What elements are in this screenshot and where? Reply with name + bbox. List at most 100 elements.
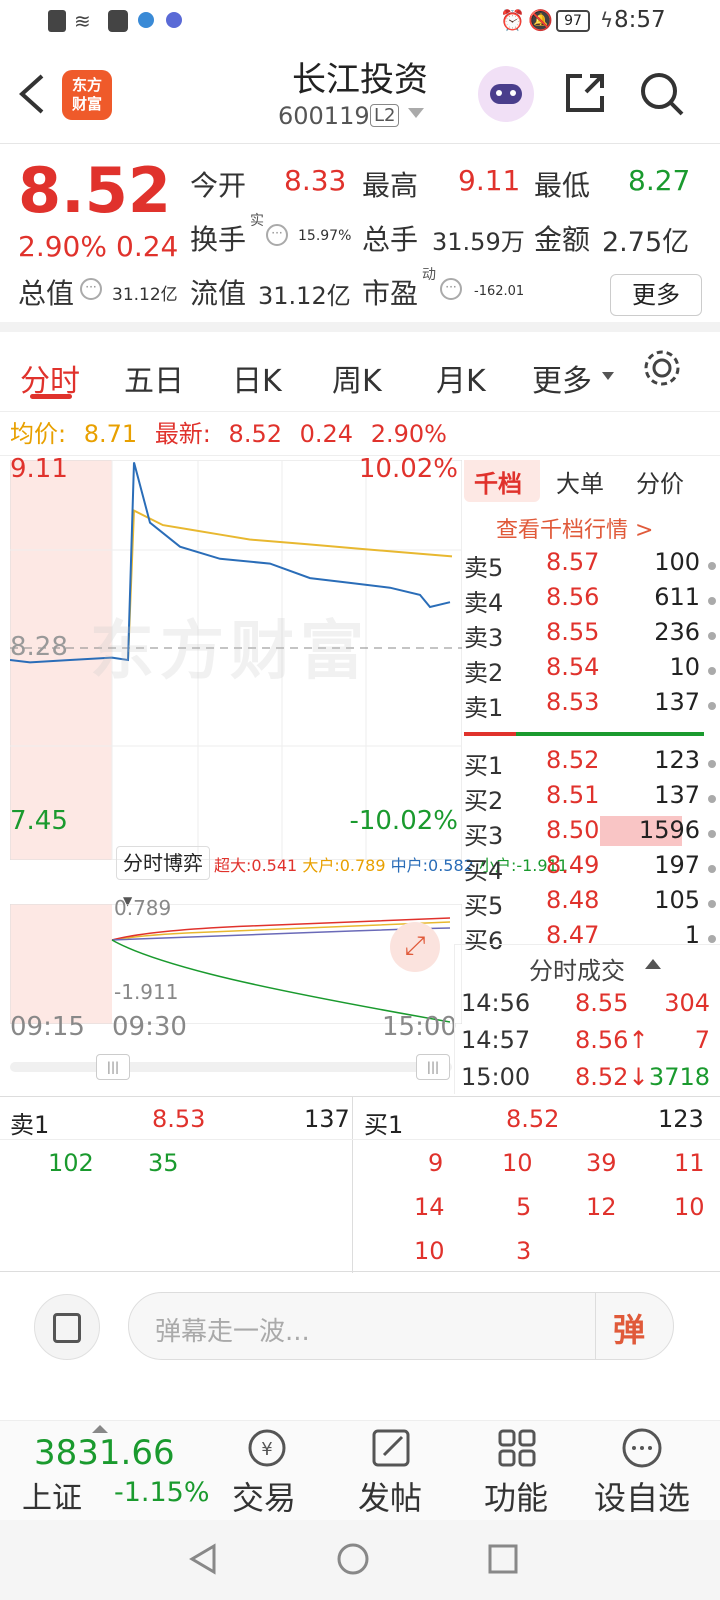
level-badge[interactable]: L2 — [370, 104, 400, 127]
queue-buy-item: 39 — [586, 1149, 617, 1177]
low-value: 8.27 — [628, 164, 691, 197]
ask-row[interactable]: 卖1 8.53 137 — [464, 688, 720, 724]
chevron-down-icon[interactable] — [408, 108, 424, 118]
bid-row[interactable]: 买5 8.48 105 — [464, 886, 720, 922]
trade-price: 8.52↓ — [575, 1063, 649, 1091]
ask-row[interactable]: 卖2 8.54 10 — [464, 653, 720, 689]
chevron-up-icon[interactable] — [92, 1425, 108, 1433]
book-tab-price-dist[interactable]: 分价 — [636, 464, 684, 499]
flow-bottom: -1.911 — [114, 980, 179, 1004]
share-icon[interactable] — [562, 70, 608, 116]
ask-volume: 137 — [654, 688, 700, 716]
danmu-divider — [595, 1293, 596, 1359]
post-icon[interactable] — [370, 1427, 414, 1469]
system-recents-icon[interactable] — [486, 1542, 520, 1576]
danmu-settings-icon[interactable] — [34, 1294, 100, 1360]
index-value[interactable]: 3831.66 — [34, 1433, 175, 1473]
trade-vol: 7 — [694, 1026, 710, 1054]
nav-function[interactable]: 功能 — [484, 1473, 548, 1519]
ask-row[interactable]: 卖3 8.55 236 — [464, 618, 720, 654]
mcap-value: 31.12亿 — [112, 285, 178, 305]
bid-level-label: 买3 — [464, 822, 504, 850]
tab-monthly-k[interactable]: 月K — [436, 356, 486, 400]
book-tab-depth[interactable]: 千档 — [474, 464, 522, 499]
amount-value: 2.75亿 — [602, 227, 690, 258]
bid-price: 8.48 — [546, 886, 600, 914]
mute-icon: 🔕 — [528, 8, 553, 32]
trade-time: 14:57 — [461, 1026, 531, 1054]
chevron-up-icon[interactable] — [645, 959, 661, 969]
tab-daily-k[interactable]: 日K — [232, 356, 282, 400]
queue-buy-label: 买1 — [364, 1111, 404, 1139]
ask-row[interactable]: 卖5 8.57 100 — [464, 548, 720, 584]
info-icon[interactable]: ··· — [266, 224, 288, 246]
depth-link[interactable]: 查看千档行情 > — [496, 512, 653, 544]
status-dot-icon — [708, 760, 716, 768]
info-icon[interactable]: ··· — [440, 278, 462, 300]
more-button[interactable]: 更多 — [610, 274, 702, 316]
ask-bid-divider-green — [516, 732, 704, 736]
svg-text:¥: ¥ — [261, 1439, 272, 1460]
chevron-down-icon[interactable] — [602, 372, 614, 380]
tab-weekly-k[interactable]: 周K — [332, 356, 382, 400]
bid-row[interactable]: 买4 8.49 197 — [464, 851, 720, 887]
high-label: 最高 — [362, 169, 419, 202]
bid-row[interactable]: 买2 8.51 137 — [464, 781, 720, 817]
intraday-chart[interactable]: 东方财富 9.11 10.02% 8.28 7.45 -10.02% — [10, 454, 462, 860]
game-selector[interactable]: 分时博弈 ▼ — [116, 846, 210, 908]
high-value: 9.11 — [458, 164, 521, 197]
last-price: 8.52 — [18, 154, 171, 227]
info-icon[interactable]: ··· — [80, 278, 102, 300]
range-slider-track[interactable] — [10, 1062, 452, 1072]
mcap-label: 总值 — [18, 277, 75, 310]
pe-sup: 动 — [422, 267, 436, 283]
order-queue: 卖1 8.53 137 买1 8.52 123 102 35 9 10 39 1… — [0, 1096, 720, 1273]
tab-more[interactable]: 更多 — [532, 356, 592, 400]
nav-post[interactable]: 发帖 — [358, 1473, 422, 1519]
queue-buy-item: 10 — [414, 1237, 445, 1265]
search-icon[interactable] — [638, 70, 686, 118]
large-label: 大户: — [302, 856, 340, 875]
nav-add-watchlist[interactable]: 设自选 — [594, 1473, 690, 1519]
quote-panel: 8.52 2.90% 0.24 今开 8.33 最高 9.11 最低 8.27 … — [0, 144, 720, 332]
queue-buy-item: 11 — [674, 1149, 705, 1177]
function-grid-icon[interactable] — [496, 1427, 540, 1469]
queue-sell-item: 35 — [148, 1149, 179, 1177]
queue-buy-item: 9 — [428, 1149, 444, 1177]
turnover-label: 换手 — [190, 223, 247, 256]
system-back-icon[interactable] — [186, 1542, 220, 1576]
range-handle-left[interactable]: ||| — [96, 1054, 130, 1080]
large-value: 0.789 — [339, 856, 386, 875]
bid-volume: 197 — [654, 851, 700, 879]
system-home-icon[interactable] — [336, 1542, 370, 1576]
danmu-send-button[interactable]: 弹 — [613, 1305, 645, 1351]
robot-assistant-icon[interactable] — [478, 66, 534, 122]
trades-title[interactable]: 分时成交 — [529, 951, 625, 986]
float-label: 流值 — [190, 277, 247, 310]
danmu-placeholder: 弹幕走一波... — [155, 1317, 310, 1347]
tab-five-day[interactable]: 五日 — [124, 356, 184, 400]
flow-top: 0.789 — [114, 896, 172, 920]
bid-row[interactable]: 买1 8.52 123 — [464, 746, 720, 782]
expand-icon[interactable]: ⤢ — [390, 922, 440, 972]
status-dot-icon — [708, 562, 716, 570]
queue-sell-label: 卖1 — [10, 1111, 50, 1139]
bid-level-label: 买1 — [464, 752, 504, 780]
book-tab-big-orders[interactable]: 大单 — [556, 464, 604, 499]
index-pct[interactable]: -1.15% — [114, 1477, 210, 1508]
nav-trade[interactable]: 交易 — [232, 1473, 296, 1519]
ask-level-label: 卖3 — [464, 624, 504, 652]
last-value: 8.52 — [228, 420, 282, 448]
ask-row[interactable]: 卖4 8.56 611 — [464, 583, 720, 619]
trade-icon[interactable]: ¥ — [244, 1427, 290, 1469]
bid-row[interactable]: 买3 8.50 1596 — [464, 816, 720, 852]
gear-icon[interactable] — [640, 346, 684, 390]
mid-label: 中户: — [390, 856, 429, 875]
danmu-input[interactable]: 弹幕走一波... 弹 — [128, 1292, 674, 1360]
bid-price: 8.50 — [546, 816, 600, 844]
range-handle-right[interactable]: ||| — [416, 1054, 450, 1080]
fund-flow-chart[interactable]: 0.789 -1.911 ⤢ — [9, 896, 463, 1025]
order-book: 千档 大单 分价 查看千档行情 > 卖5 8.57 100 卖4 8.56 611 卖3 8.… — [464, 460, 720, 950]
watchlist-icon[interactable] — [620, 1427, 664, 1469]
index-name[interactable]: 上证 — [22, 1473, 82, 1517]
